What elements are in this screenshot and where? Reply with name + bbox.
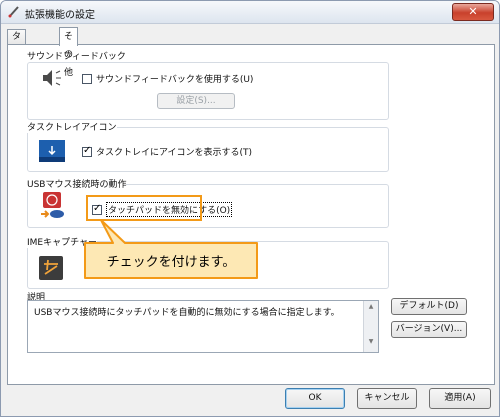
sound-feedback-label[interactable]: サウンドフィードバックを使用する(U) <box>96 72 253 85</box>
cancel-button[interactable]: キャンセル <box>357 388 417 409</box>
ime-capture-icon <box>39 256 63 280</box>
instruction-callout: チェックを付けます。 <box>84 219 258 279</box>
version-button[interactable]: バージョン(V)... <box>391 321 467 338</box>
tab-other[interactable]: その他 <box>59 27 79 78</box>
scroll-down-icon[interactable]: ▼ <box>364 338 378 345</box>
window-title: 拡張機能の設定 <box>25 10 95 21</box>
sound-settings-button[interactable]: 設定(S)... <box>157 93 235 109</box>
apply-button[interactable]: 適用(A) <box>429 388 491 409</box>
title-bar: 拡張機能の設定 ✕ <box>1 1 499 24</box>
tab-touchpad[interactable]: タッチパッド <box>7 29 27 117</box>
tray-icon-option[interactable]: タスクトレイにアイコンを表示する(T) <box>82 145 252 158</box>
settings-dialog: 拡張機能の設定 ✕ タッチパッド その他 サウンドフィードバック サウンドフィー… <box>0 0 500 417</box>
ok-button[interactable]: OK <box>285 388 345 409</box>
sound-feedback-option[interactable]: サウンドフィードバックを使用する(U) <box>82 72 253 85</box>
tray-group-title: タスクトレイアイコン <box>27 120 117 133</box>
sound-group-title: サウンドフィードバック <box>27 49 126 62</box>
sound-feedback-group <box>27 62 389 120</box>
speaker-icon <box>43 70 61 86</box>
description-box: USBマウス接続時にタッチパッドを自動的に無効にする場合に指定します。 ▲ ▼ <box>27 300 379 353</box>
default-button[interactable]: デフォルト(D) <box>391 298 467 315</box>
description-text: USBマウス接続時にタッチパッドを自動的に無効にする場合に指定します。 <box>34 308 340 318</box>
tray-icon-label[interactable]: タスクトレイにアイコンを表示する(T) <box>96 145 252 158</box>
callout-text: チェックを付けます。 <box>107 255 236 270</box>
taskbar-icon <box>39 140 65 162</box>
description-scrollbar[interactable]: ▲ ▼ <box>363 301 378 352</box>
touchpad-disable-icon <box>41 192 64 218</box>
pen-tool-icon <box>8 6 19 18</box>
usb-group-title: USBマウス接続時の動作 <box>27 177 127 190</box>
close-button[interactable]: ✕ <box>452 3 494 21</box>
scroll-up-icon[interactable]: ▲ <box>364 303 378 310</box>
tray-icon-checkbox[interactable] <box>82 145 92 157</box>
sound-feedback-checkbox[interactable] <box>82 73 92 84</box>
